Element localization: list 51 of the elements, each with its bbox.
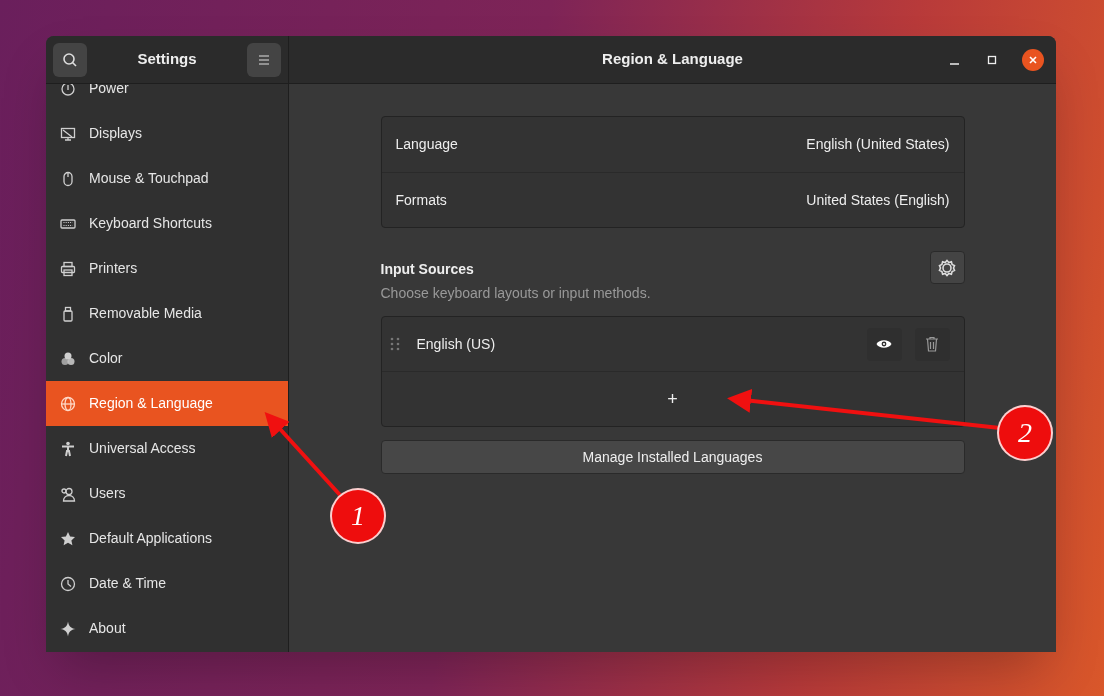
eye-icon xyxy=(876,338,892,350)
menu-icon xyxy=(258,53,270,66)
trash-icon xyxy=(925,336,939,352)
input-source-name: English (US) xyxy=(416,334,497,354)
sidebar-item[interactable]: Displays xyxy=(46,111,288,156)
search-button[interactable] xyxy=(53,42,87,77)
window-title: Region & Language xyxy=(602,49,743,70)
menu-button[interactable] xyxy=(247,42,281,77)
maximize-icon xyxy=(987,55,997,65)
drag-handle-icon[interactable] xyxy=(389,337,400,351)
monitor-icon xyxy=(60,125,76,142)
add-source-button[interactable]: + xyxy=(381,372,964,426)
usb-drive-icon xyxy=(60,305,76,322)
sidebar-item[interactable]: Mouse & Touchpad xyxy=(46,156,288,201)
users-icon xyxy=(60,485,76,502)
search-icon xyxy=(62,51,78,68)
clock-icon xyxy=(60,575,76,592)
remove-button[interactable] xyxy=(914,327,950,361)
printer-icon xyxy=(60,260,76,277)
options-button[interactable] xyxy=(929,251,965,284)
setting-label: Formats xyxy=(395,190,447,210)
sidebar-item[interactable]: Color xyxy=(46,336,288,381)
sidebar-title: Settings xyxy=(137,49,197,70)
section-title: Input Sources xyxy=(380,260,475,279)
color-circles-icon xyxy=(60,350,76,367)
setting-label: Language xyxy=(395,135,458,154)
sidebar-item[interactable]: Universal Access xyxy=(46,426,288,471)
preview-button[interactable] xyxy=(866,327,902,361)
manage-languages-button[interactable]: Manage Installed Languages xyxy=(380,440,965,474)
sidebar-item[interactable]: Date & Time xyxy=(46,561,288,606)
section-subtitle: Choose keyboard layouts or input methods. xyxy=(380,284,651,303)
gear-icon xyxy=(938,258,956,277)
star-icon xyxy=(60,530,76,547)
sidebar-item[interactable]: Users xyxy=(46,471,288,516)
close-button[interactable] xyxy=(1022,49,1044,71)
mouse-icon xyxy=(60,170,76,187)
sidebar-item[interactable]: Printers xyxy=(46,246,288,291)
sidebar-item[interactable]: About xyxy=(46,606,288,651)
setting-value: English (United States) xyxy=(806,135,950,154)
power-icon xyxy=(60,84,76,97)
minimize-icon xyxy=(949,63,959,65)
sidebar-item[interactable]: Removable Media xyxy=(46,291,288,336)
sidebar-item[interactable]: Default Applications xyxy=(46,516,288,561)
sparkle-icon xyxy=(60,620,76,637)
setting-value: United States (English) xyxy=(806,190,950,210)
globe-icon xyxy=(60,395,76,412)
sidebar-item[interactable]: Power xyxy=(46,84,288,111)
close-icon xyxy=(1028,55,1038,65)
sidebar-item[interactable]: Keyboard Shortcuts xyxy=(46,201,288,246)
person-icon xyxy=(60,440,76,457)
sidebar-item[interactable]: Region & Language xyxy=(46,381,288,426)
